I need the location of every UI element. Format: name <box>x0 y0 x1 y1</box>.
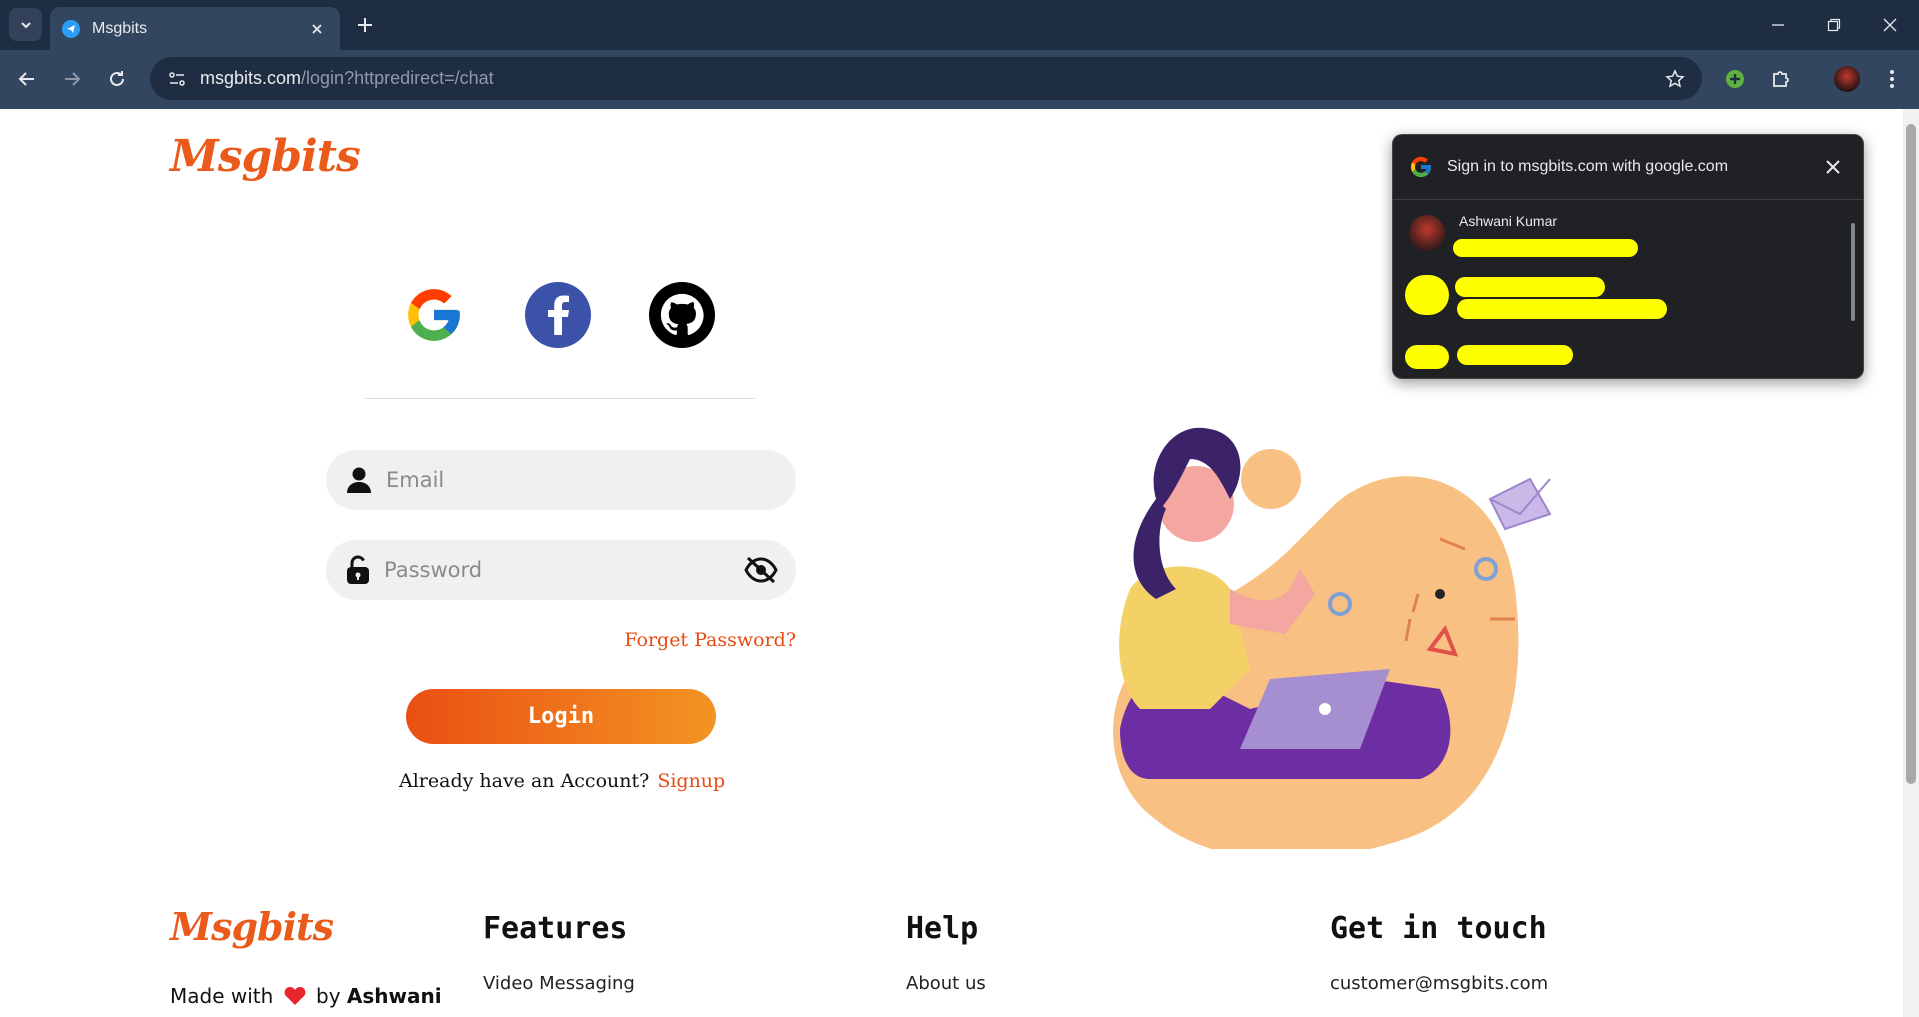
google-signin-popup: Sign in to msgbits.com with google.com A… <box>1392 134 1864 379</box>
redacted-avatar <box>1405 275 1449 315</box>
user-icon <box>347 467 371 493</box>
tab-close-icon[interactable] <box>306 18 328 40</box>
browser-tab[interactable]: Msgbits <box>50 7 340 50</box>
footer-contact-email[interactable]: customer@msgbits.com <box>1330 973 1548 994</box>
page-scrollbar[interactable] <box>1903 109 1919 1017</box>
account-name: Ashwani Kumar <box>1459 213 1558 229</box>
heart-icon <box>284 987 306 1005</box>
page-scrollbar-thumb[interactable] <box>1906 124 1916 784</box>
close-window-button[interactable] <box>1862 0 1918 50</box>
signup-prompt: Already have an Account? Signup <box>399 770 725 792</box>
redacted-name <box>1457 345 1573 365</box>
google-popup-scrollbar[interactable] <box>1851 223 1855 321</box>
signup-link[interactable]: Signup <box>657 770 725 792</box>
github-login-button[interactable] <box>649 282 715 348</box>
site-info-icon[interactable] <box>162 64 192 94</box>
toggle-password-visibility[interactable] <box>744 554 778 586</box>
google-popup-close-icon[interactable] <box>1821 155 1845 179</box>
extensions-puzzle-icon[interactable] <box>1765 63 1797 95</box>
address-bar[interactable]: msgbits.com/login?httpredirect=/chat <box>150 57 1702 100</box>
footer-link-about-us[interactable]: About us <box>906 973 986 994</box>
url-path: /login?httpredirect=/chat <box>301 68 494 88</box>
footer-link-video-messaging[interactable]: Video Messaging <box>483 973 635 994</box>
forgot-password-link[interactable]: Forget Password? <box>600 629 796 651</box>
social-divider <box>365 398 755 399</box>
msgbits-logo[interactable]: Msgbits <box>170 131 361 182</box>
redacted-name <box>1455 277 1605 297</box>
chat-illustration <box>1113 427 1552 849</box>
lock-icon <box>347 555 369 584</box>
password-input[interactable] <box>384 558 724 582</box>
bookmark-star-icon[interactable] <box>1662 66 1688 92</box>
eye-slash-icon <box>744 556 778 584</box>
telegram-favicon-icon <box>62 19 80 38</box>
arrow-right-icon <box>65 72 81 86</box>
github-icon <box>660 293 704 336</box>
close-icon <box>1883 18 1897 32</box>
google-login-button[interactable] <box>401 282 467 348</box>
google-icon <box>1411 157 1431 177</box>
browser-menu-icon[interactable] <box>1876 63 1908 95</box>
google-popup-header: Sign in to msgbits.com with google.com <box>1393 135 1863 200</box>
forward-button[interactable] <box>56 63 88 95</box>
made-with-text: Made with by Ashwani <box>170 984 442 1008</box>
redacted-avatar <box>1405 345 1449 369</box>
tab-strip: Msgbits <box>0 0 1919 50</box>
footer-features-heading: Features <box>483 911 628 946</box>
made-name: Ashwani <box>346 984 442 1008</box>
google-popup-title: Sign in to msgbits.com with google.com <box>1447 158 1729 175</box>
minimize-button[interactable] <box>1750 0 1806 50</box>
login-button[interactable]: Login <box>406 689 716 744</box>
back-button[interactable] <box>11 63 43 95</box>
reload-icon <box>110 71 124 86</box>
extension-green-icon[interactable] <box>1719 63 1751 95</box>
reload-button[interactable] <box>101 63 133 95</box>
profile-avatar[interactable] <box>1831 63 1863 95</box>
footer-logo[interactable]: Msgbits <box>170 904 334 949</box>
redacted-email <box>1453 239 1638 257</box>
url-host: msgbits.com <box>200 68 302 88</box>
facebook-login-button[interactable] <box>525 282 591 348</box>
minimize-icon <box>1772 24 1784 26</box>
google-icon <box>408 289 460 341</box>
facebook-icon <box>548 295 569 335</box>
tab-search-button[interactable] <box>9 8 42 41</box>
account-avatar <box>1409 215 1445 251</box>
made-prefix: Made with <box>170 984 274 1008</box>
footer-help-heading: Help <box>906 911 979 946</box>
chevron-down-icon <box>20 21 31 28</box>
restore-button[interactable] <box>1806 0 1862 50</box>
account-prompt-text: Already have an Account? <box>399 770 650 792</box>
arrow-left-icon <box>18 72 34 86</box>
made-by: by <box>316 984 341 1008</box>
new-tab-button[interactable] <box>352 12 378 38</box>
plus-icon <box>358 18 372 32</box>
email-input[interactable] <box>386 468 726 492</box>
redacted-email <box>1457 299 1667 319</box>
email-field[interactable] <box>326 450 796 510</box>
tab-title: Msgbits <box>92 19 148 37</box>
password-field[interactable] <box>326 540 796 600</box>
footer-contact-heading: Get in touch <box>1330 911 1547 946</box>
browser-toolbar: msgbits.com/login?httpredirect=/chat <box>0 50 1919 109</box>
url-text: msgbits.com/login?httpredirect=/chat <box>200 68 494 89</box>
restore-icon <box>1827 18 1841 32</box>
